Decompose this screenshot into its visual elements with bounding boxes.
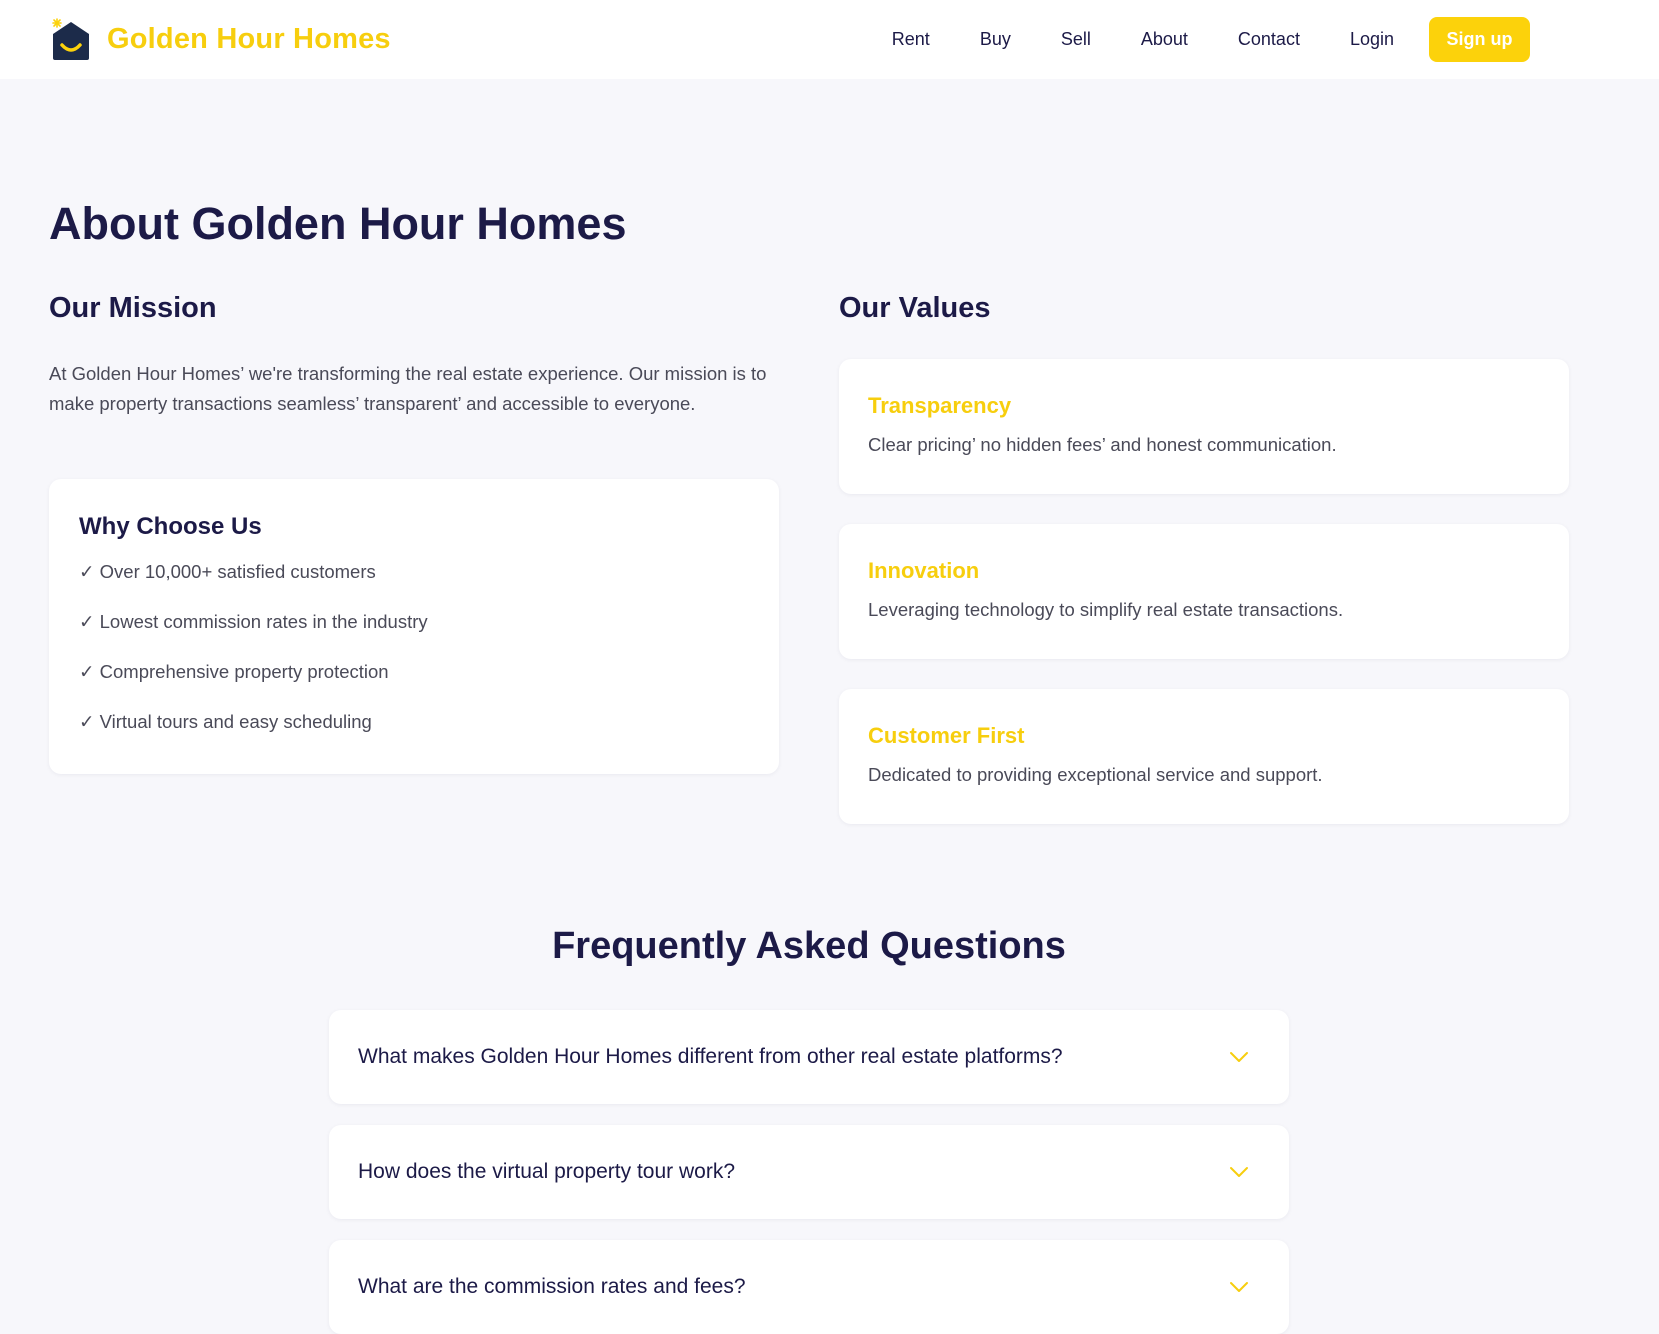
nav-links: Rent Buy Sell About Contact Login Sign u… (892, 17, 1530, 62)
mission-heading: Our Mission (49, 292, 217, 324)
faq-question: How does the virtual property tour work? (358, 1160, 736, 1183)
signup-button[interactable]: Sign up (1429, 17, 1530, 62)
value-description: Dedicated to providing exceptional servi… (868, 764, 1323, 785)
why-item: ✓ Comprehensive property protection (79, 661, 389, 682)
faq-item-differences[interactable]: What makes Golden Hour Homes different f… (329, 1010, 1289, 1104)
chevron-down-icon[interactable] (1228, 1280, 1250, 1294)
value-description: Leveraging technology to simplify real e… (868, 599, 1344, 620)
faq-question: What makes Golden Hour Homes different f… (358, 1045, 1063, 1068)
faq-question: What are the commission rates and fees? (358, 1275, 746, 1298)
chevron-down-icon[interactable] (1228, 1165, 1250, 1179)
value-title: Customer First (868, 723, 1025, 748)
nav-contact[interactable]: Contact (1238, 29, 1300, 50)
nav-buy[interactable]: Buy (980, 29, 1011, 50)
value-card-innovation: Innovation Leveraging technology to simp… (839, 524, 1569, 659)
value-title: Transparency (868, 393, 1012, 418)
value-card-customer-first: Customer First Dedicated to providing ex… (839, 689, 1569, 824)
house-smile-icon (49, 17, 93, 62)
faq-item-commission[interactable]: What are the commission rates and fees? (329, 1240, 1289, 1334)
navbar: Golden Hour Homes Rent Buy Sell About Co… (0, 0, 1659, 79)
value-title: Innovation (868, 558, 980, 583)
faq-title: Frequently Asked Questions (552, 925, 1066, 967)
values-heading: Our Values (839, 292, 991, 324)
mission-text: At Golden Hour Homes’ we're transforming… (49, 363, 767, 414)
why-item: ✓ Lowest commission rates in the industr… (79, 611, 428, 632)
why-item: ✓ Virtual tours and easy scheduling (79, 711, 372, 732)
value-description: Clear pricing’ no hidden fees’ and hones… (868, 434, 1337, 455)
brand-name: Golden Hour Homes (107, 23, 391, 55)
page-title: About Golden Hour Homes (49, 198, 627, 249)
chevron-down-icon[interactable] (1228, 1050, 1250, 1064)
nav-sell[interactable]: Sell (1061, 29, 1091, 50)
why-choose-us-title: Why Choose Us (79, 513, 262, 540)
why-item: ✓ Over 10,000+ satisfied customers (79, 561, 376, 582)
nav-about[interactable]: About (1141, 29, 1188, 50)
faq-item-virtual-tour[interactable]: How does the virtual property tour work? (329, 1125, 1289, 1219)
nav-login[interactable]: Login (1350, 29, 1394, 50)
nav-rent[interactable]: Rent (892, 29, 930, 50)
brand[interactable]: Golden Hour Homes (49, 17, 391, 62)
why-choose-us-card: Why Choose Us ✓ Over 10,000+ satisfied c… (49, 479, 779, 774)
value-card-transparency: Transparency Clear pricing’ no hidden fe… (839, 359, 1569, 494)
